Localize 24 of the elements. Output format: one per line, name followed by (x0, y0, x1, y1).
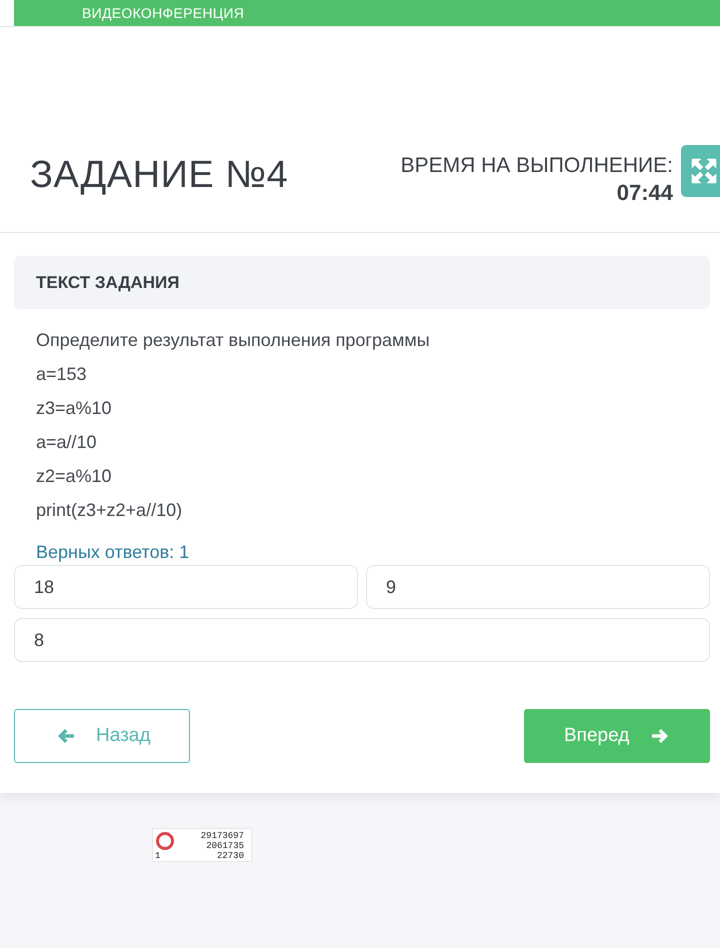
expand-icon (691, 158, 717, 184)
counter-number: 2061735 (206, 841, 244, 851)
task-text-line: print(z3+z2+a//10) (36, 499, 182, 522)
task-title: ЗАДАНИЕ №4 (30, 154, 288, 197)
task-text-line: a=a//10 (36, 431, 97, 454)
timer-value: 07:44 (616, 178, 673, 206)
correct-answers-hint: Верных ответов: 1 (36, 541, 190, 564)
task-text-line: z2=a%10 (36, 465, 112, 488)
task-text-line: a=153 (36, 363, 87, 386)
counter-number: 1 (155, 851, 160, 861)
answer-option[interactable]: 18 (14, 565, 358, 609)
top-bar-title: ВИДЕОКОНФЕРЕНЦИЯ (82, 5, 244, 21)
section-title: ТЕКСТ ЗАДАНИЯ (36, 272, 180, 292)
task-text-line: z3=a%10 (36, 397, 112, 420)
arrow-right-icon (651, 728, 670, 744)
task-text-line: Определите результат выполнения программы (36, 329, 430, 352)
answer-option[interactable]: 8 (14, 618, 710, 662)
counter-number: 29173697 (200, 831, 244, 841)
timer-label: ВРЕМЯ НА ВЫПОЛНЕНИЕ: (400, 152, 673, 178)
counter-number: 22730 (216, 851, 244, 861)
ring-icon (155, 831, 175, 851)
answer-option[interactable]: 9 (366, 565, 710, 609)
arrow-left-icon (57, 728, 75, 744)
fullscreen-button[interactable] (681, 144, 720, 196)
